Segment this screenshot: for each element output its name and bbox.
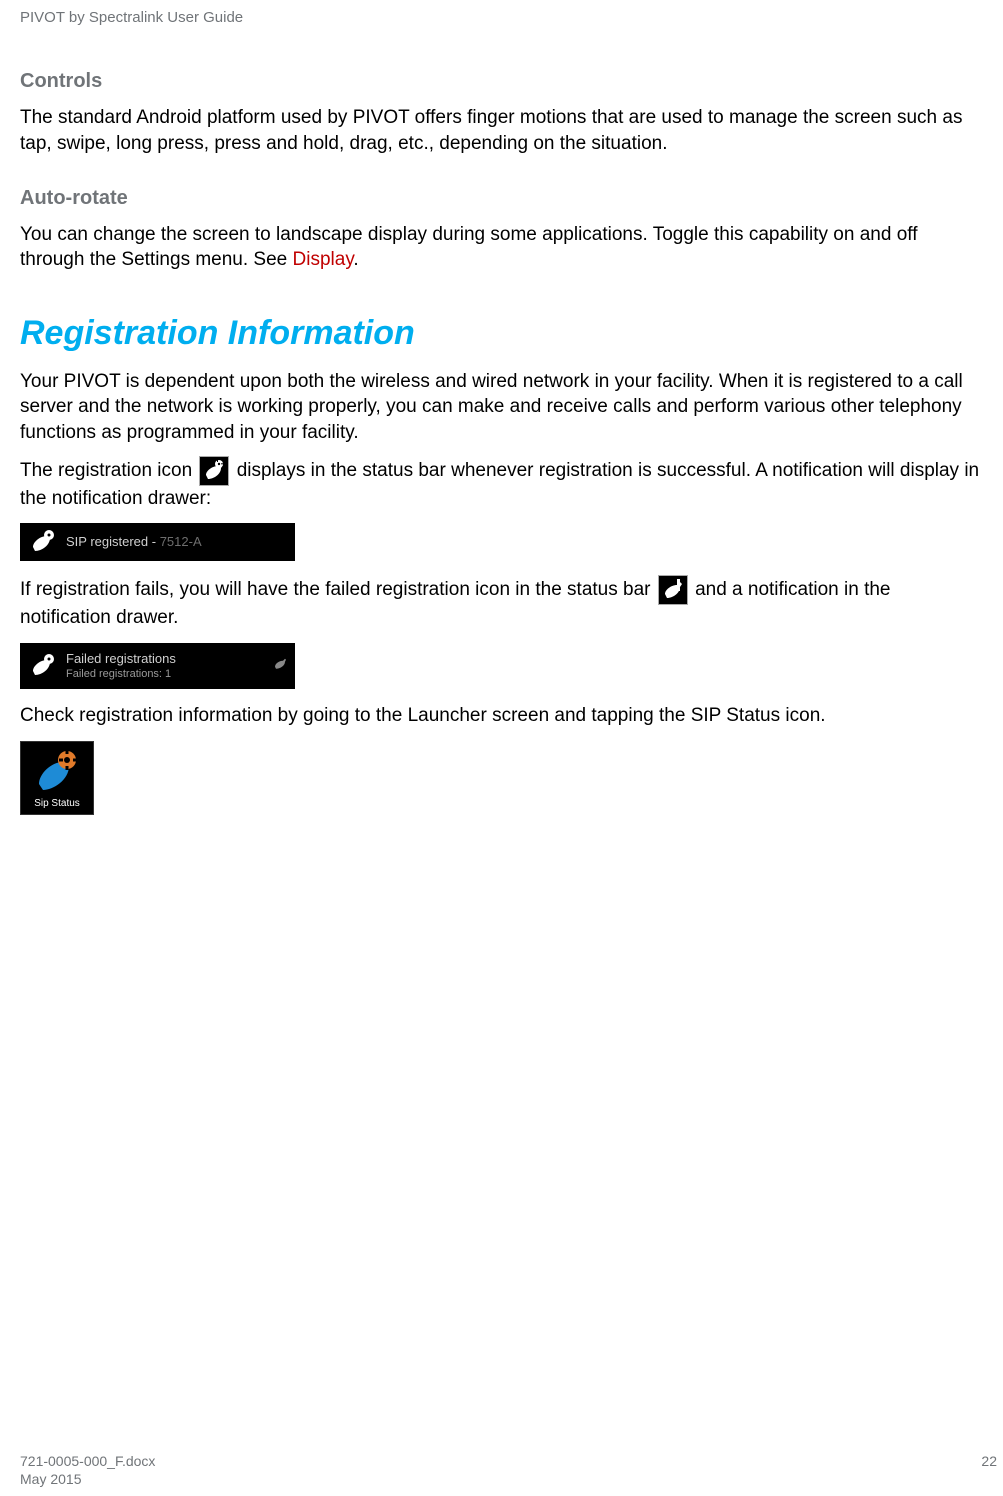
heading-registration-information: Registration Information (20, 311, 983, 357)
sip-status-label: Sip Status (21, 797, 93, 811)
notification-sip-registered: SIP registered - 7512-A (20, 523, 295, 561)
registration-success-icon (199, 456, 229, 486)
page-footer: 22 721-0005-000_F.docx May 2015 (20, 1452, 997, 1488)
paragraph-registration-1: Your PIVOT is dependent upon both the wi… (20, 369, 983, 446)
paragraph-registration-3: If registration fails, you will have the… (20, 575, 983, 631)
display-link[interactable]: Display (293, 249, 354, 270)
notif-success-extension: 7512-A (160, 534, 202, 549)
phone-gear-icon (20, 643, 66, 689)
paragraph-autorotate: You can change the screen to landscape d… (20, 222, 983, 273)
paragraph-registration-2: The registration icon displays in the st… (20, 456, 983, 512)
notif-fail-line1: Failed registrations (66, 650, 176, 668)
sip-status-app-icon[interactable]: Sip Status (20, 741, 94, 815)
registration-fail-icon (658, 575, 688, 605)
autorotate-text-pre: You can change the screen to landscape d… (20, 224, 917, 271)
footer-filename: 721-0005-000_F.docx (20, 1452, 997, 1470)
paragraph-registration-4: Check registration information by going … (20, 703, 983, 729)
sip-status-glyph-icon (21, 742, 93, 800)
autorotate-text-post: . (353, 249, 358, 270)
document-header: PIVOT by Spectralink User Guide (20, 8, 983, 28)
notification-failed-registrations: Failed registrations Failed registration… (20, 643, 295, 689)
notif-fail-line2: Failed registrations: 1 (66, 667, 176, 682)
reg-p2-pre: The registration icon (20, 460, 197, 481)
paragraph-controls: The standard Android platform used by PI… (20, 105, 983, 156)
reg-p3-pre: If registration fails, you will have the… (20, 579, 656, 600)
notif-success-label: SIP registered - (66, 534, 160, 549)
heading-autorotate: Auto-rotate (20, 185, 983, 212)
phone-small-icon (273, 657, 287, 676)
phone-gear-icon (20, 523, 66, 561)
page-number: 22 (981, 1452, 997, 1470)
footer-date: May 2015 (20, 1470, 997, 1488)
heading-controls: Controls (20, 68, 983, 95)
